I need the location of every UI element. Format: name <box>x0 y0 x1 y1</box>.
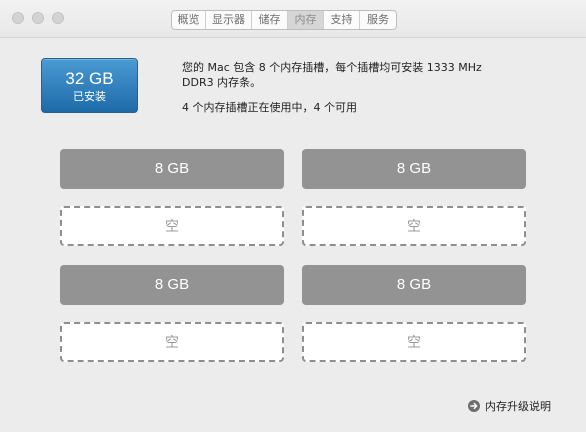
memory-slot-2: 8 GB <box>302 149 526 189</box>
title-bar: 概览 显示器 储存 内存 支持 服务 <box>0 0 586 38</box>
installed-memory-size: 32 GB <box>65 69 114 88</box>
about-this-mac-window: 概览 显示器 储存 内存 支持 服务 32 GB 已安装 您的 Mac 包含 8… <box>0 0 586 432</box>
memory-slot-1: 8 GB <box>60 149 284 189</box>
memory-slot-usage: 4 个内存插槽正在使用中，4 个可用 <box>182 101 357 114</box>
tab-support[interactable]: 支持 <box>324 11 360 29</box>
memory-slot-5: 8 GB <box>60 265 284 305</box>
tab-service[interactable]: 服务 <box>360 11 396 29</box>
zoom-window-button[interactable] <box>52 12 64 24</box>
tab-overview[interactable]: 概览 <box>172 11 206 29</box>
memory-upgrade-instructions-label: 内存升级说明 <box>485 400 551 413</box>
tab-displays[interactable]: 显示器 <box>206 11 252 29</box>
tab-bar: 概览 显示器 储存 内存 支持 服务 <box>171 10 397 30</box>
memory-slot-3: 空 <box>60 206 284 246</box>
memory-pane: 32 GB 已安装 您的 Mac 包含 8 个内存插槽，每个插槽均可安装 133… <box>0 38 586 432</box>
installed-memory-badge: 32 GB 已安装 <box>41 58 138 113</box>
memory-slot-7: 空 <box>60 322 284 362</box>
memory-upgrade-instructions-link[interactable]: 内存升级说明 <box>468 398 551 414</box>
tab-memory[interactable]: 内存 <box>288 11 324 29</box>
installed-memory-label: 已安装 <box>73 90 106 103</box>
memory-slot-6: 8 GB <box>302 265 526 305</box>
tab-storage[interactable]: 储存 <box>252 11 288 29</box>
close-window-button[interactable] <box>12 12 24 24</box>
memory-slot-8: 空 <box>302 322 526 362</box>
arrow-right-circle-icon <box>468 400 480 412</box>
memory-slot-description: 您的 Mac 包含 8 个内存插槽，每个插槽均可安装 1333 MHz DDR3… <box>182 61 482 89</box>
minimize-window-button[interactable] <box>32 12 44 24</box>
memory-slot-4: 空 <box>302 206 526 246</box>
